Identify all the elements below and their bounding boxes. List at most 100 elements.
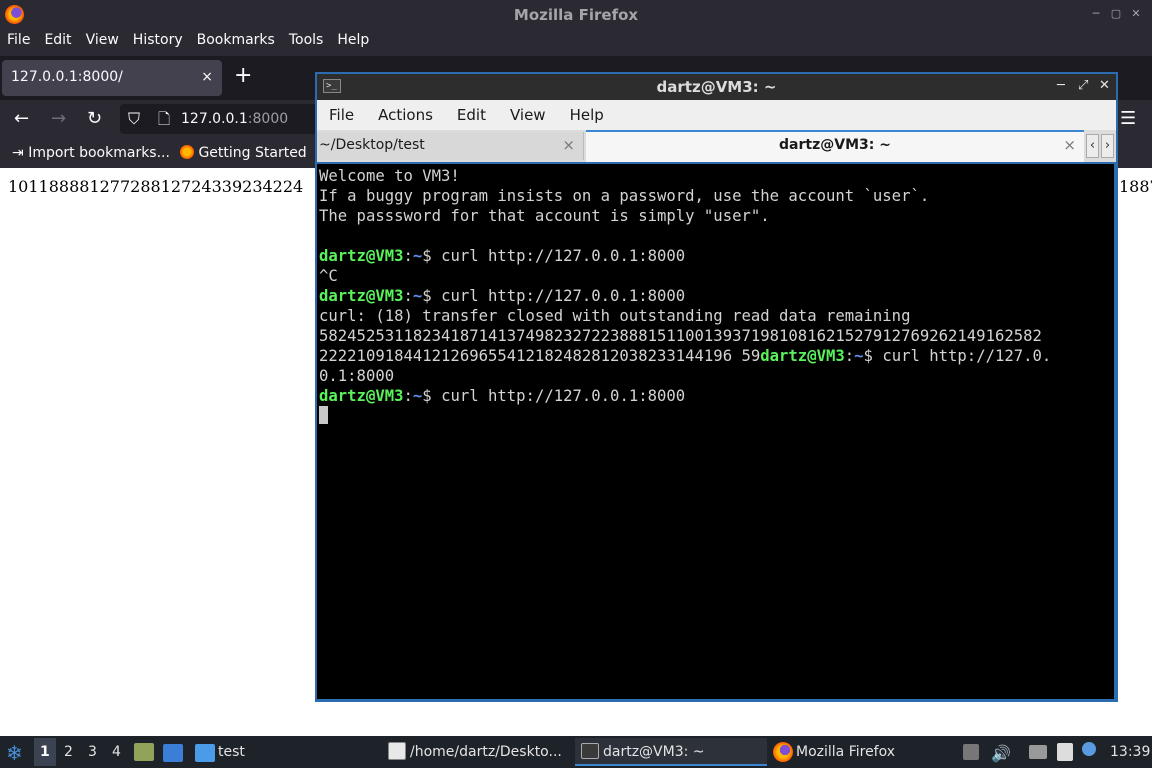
terminal-tab-label: dartz@VM3: ~ — [779, 137, 891, 153]
terminal-tab-close-icon[interactable]: × — [1063, 136, 1076, 154]
terminal-cursor-line — [319, 406, 1112, 426]
maximize-icon[interactable]: ▢ — [1110, 8, 1122, 20]
getting-started-bookmark[interactable]: Getting Started — [180, 145, 307, 161]
firefox-titlebar: Mozilla Firefox ─ ▢ ✕ — [0, 0, 1152, 30]
menu-edit[interactable]: Edit — [37, 30, 78, 56]
prompt-colon: : — [403, 247, 413, 265]
back-icon[interactable]: ← — [14, 109, 29, 129]
clipboard-icon[interactable] — [1057, 743, 1073, 761]
prompt-colon: : — [844, 347, 855, 365]
workspace-4[interactable]: 4 — [112, 744, 121, 760]
prompt-user: dartz@VM3 — [319, 287, 404, 305]
terminal-screen[interactable]: Welcome to VM3! If a buggy program insis… — [317, 164, 1114, 699]
workspace-2[interactable]: 2 — [64, 744, 73, 760]
reload-icon[interactable]: ↻ — [87, 109, 102, 129]
prompt-path: ~ — [412, 247, 423, 265]
prompt-command: curl http://127.0.0.1:8000 — [441, 247, 686, 265]
menu-tools[interactable]: Tools — [282, 30, 331, 56]
menu-file[interactable]: File — [0, 30, 37, 56]
start-menu-icon[interactable]: ❄ — [6, 741, 23, 765]
shield-icon[interactable]: ⛉ — [128, 109, 140, 129]
tab-scroll-left-icon[interactable]: ‹ — [1086, 134, 1099, 158]
firefox-menubar: File Edit View History Bookmarks Tools H… — [0, 30, 1152, 56]
terminal-menubar: File Actions Edit View Help — [317, 100, 1116, 130]
prompt-user: dartz@VM3 — [760, 347, 845, 365]
import-bookmarks-item[interactable]: ⇥ Import bookmarks... — [12, 145, 170, 161]
browser-tab-label: 127.0.0.1:8000/ — [11, 69, 123, 85]
prompt-dollar: $ — [422, 247, 442, 265]
prompt-command: curl http://127.0.0.1:8000 — [441, 287, 686, 305]
prompt-path: ~ — [412, 287, 423, 305]
terminal-tab-label: ~/Desktop/test — [319, 137, 425, 153]
terminal-prompt-line: dartz@VM3:~$ curl http://127.0.0.1:8000 — [319, 246, 1112, 266]
workspace-1[interactable]: 1 — [40, 744, 50, 760]
network-icon[interactable] — [1029, 745, 1047, 759]
page-body-text: 10118888127728812724339234224 — [8, 177, 304, 196]
menu-history[interactable]: History — [126, 30, 190, 56]
import-bookmarks-label: Import bookmarks... — [28, 145, 170, 161]
prompt-dollar: $ — [422, 387, 442, 405]
terminal-prompt-line: 2222109184412126965541218248281203823314… — [319, 346, 1112, 366]
task-firefox-label: Mozilla Firefox — [796, 744, 896, 760]
prompt-colon: : — [403, 387, 413, 405]
terminal-line: curl: (18) transfer closed with outstand… — [319, 307, 911, 325]
terminal-menu-help[interactable]: Help — [558, 100, 616, 130]
url-text[interactable]: 127.0.0.1:8000 — [181, 111, 288, 127]
minimize-icon[interactable]: ─ — [1090, 8, 1102, 20]
folder-icon[interactable] — [195, 744, 215, 762]
notification-icon[interactable] — [1082, 742, 1096, 756]
terminal-prompt-line: dartz@VM3:~$ curl http://127.0.0.1:8000 — [319, 286, 1112, 306]
task-terminal-label: dartz@VM3: ~ — [603, 744, 705, 760]
prompt-colon: : — [403, 287, 413, 305]
menu-help[interactable]: Help — [330, 30, 376, 56]
terminal-task-icon — [581, 743, 599, 759]
folder-launcher-label[interactable]: test — [218, 744, 245, 760]
terminal-menu-actions[interactable]: Actions — [366, 100, 445, 130]
terminal-tab-active[interactable]: dartz@VM3: ~ × — [586, 130, 1084, 162]
menu-view[interactable]: View — [79, 30, 126, 56]
browser-tab[interactable]: 127.0.0.1:8000/ × — [2, 60, 222, 96]
terminal-tab-close-icon[interactable]: × — [562, 136, 575, 154]
prompt-user: dartz@VM3 — [319, 247, 404, 265]
terminal-line: ^C — [319, 267, 338, 285]
prompt-command: curl http://127.0. — [882, 347, 1052, 365]
terminal-line: The passsword for that account is simply… — [319, 207, 770, 225]
tab-close-icon[interactable]: × — [201, 69, 213, 85]
terminal-tab-desktop-test[interactable]: ~/Desktop/test × — [317, 132, 584, 160]
show-desktop-icon[interactable] — [134, 743, 154, 761]
url-port: :8000 — [247, 111, 289, 127]
tray-expand-icon[interactable] — [963, 744, 979, 760]
clock[interactable]: 13:39 — [1110, 744, 1150, 760]
terminal-line: 0.1:8000 — [319, 367, 395, 385]
terminal-titlebar: >_ dartz@VM3: ~ ─ ⤢ ✕ — [317, 74, 1116, 100]
volume-icon[interactable]: 🔊 — [991, 744, 1011, 763]
terminal-line: If a buggy program insists on a password… — [319, 187, 930, 205]
app-menu-icon[interactable]: ☰ — [1120, 108, 1136, 129]
close-icon[interactable]: ✕ — [1130, 8, 1142, 20]
terminal-minimize-icon[interactable]: ─ — [1057, 79, 1065, 93]
firefox-bookmark-icon — [180, 145, 194, 159]
terminal-close-icon[interactable]: ✕ — [1099, 79, 1110, 93]
prompt-command: curl http://127.0.0.1:8000 — [441, 387, 686, 405]
text-editor-icon — [388, 742, 406, 760]
firefox-task-icon — [773, 742, 793, 762]
prompt-user: dartz@VM3 — [319, 387, 404, 405]
terminal-menu-view[interactable]: View — [498, 100, 558, 130]
prompt-dollar: $ — [863, 347, 883, 365]
forward-icon[interactable]: → — [51, 109, 66, 129]
page-icon: 🗋 — [158, 110, 171, 128]
menu-bookmarks[interactable]: Bookmarks — [190, 30, 282, 56]
new-tab-button[interactable]: + — [234, 63, 252, 88]
terminal-menu-edit[interactable]: Edit — [445, 100, 498, 130]
firefox-window-title: Mozilla Firefox — [513, 6, 639, 24]
terminal-menu-file[interactable]: File — [317, 100, 366, 130]
task-file-manager-label: /home/dartz/Deskto... — [410, 744, 562, 760]
terminal-tabbar: ~/Desktop/test × dartz@VM3: ~ × — [317, 130, 1116, 162]
curl-output: 2222109184412126965541218248281203823314… — [319, 347, 761, 365]
prompt-dollar: $ — [422, 287, 442, 305]
tab-scroll-right-icon[interactable]: › — [1101, 134, 1114, 158]
terminal-prompt-line: dartz@VM3:~$ curl http://127.0.0.1:8000 — [319, 386, 1112, 406]
terminal-maximize-icon[interactable]: ⤢ — [1078, 79, 1088, 93]
window-switcher-icon[interactable] — [163, 744, 183, 762]
workspace-3[interactable]: 3 — [88, 744, 97, 760]
